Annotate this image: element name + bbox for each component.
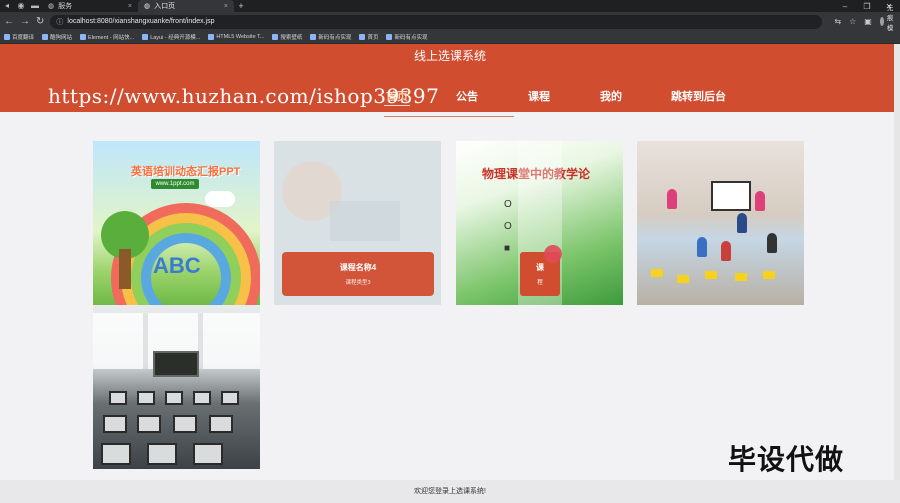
- browser-tab-active[interactable]: ◍ 入口页 ×: [138, 0, 234, 12]
- bookmark-icon: [4, 34, 10, 40]
- card-image-line: ■: [504, 243, 511, 254]
- address-toolbar: ← → ↻ ⓘ localhost:8080/xianshangxuanke/f…: [0, 5, 900, 42]
- bookmark[interactable]: 新码有点实现: [310, 33, 351, 41]
- globe-icon: ◍: [144, 3, 151, 10]
- page-footer: 欢迎您登录上选课系统!: [0, 480, 900, 503]
- browser-tab[interactable]: ◍ 服务 ×: [42, 0, 138, 12]
- nav-courses[interactable]: 课程: [528, 88, 550, 104]
- chair: [763, 271, 775, 279]
- chair: [705, 271, 717, 279]
- avatar: [879, 17, 884, 26]
- bookmark[interactable]: Element - 网站快...: [80, 33, 134, 41]
- person-figure: [667, 189, 677, 209]
- bookmarks-bar: 百度翻译 酷狗网站 Element - 网站快... Layui - 经典开源模…: [0, 31, 900, 44]
- url-text: localhost:8080/xianshangxuanke/front/ind…: [67, 18, 215, 25]
- forward-icon[interactable]: →: [20, 16, 30, 27]
- corner-watermark: 毕设代做: [728, 444, 845, 475]
- tab-search-icon[interactable]: ◂: [0, 0, 14, 12]
- course-name: 课程名称4: [339, 263, 377, 272]
- card-image-badge: www.1ppt.com: [151, 179, 199, 189]
- chair: [677, 275, 689, 283]
- course-card[interactable]: [93, 305, 260, 469]
- scrollbar[interactable]: [894, 44, 900, 503]
- close-icon[interactable]: ×: [128, 3, 132, 10]
- monitor: [193, 391, 211, 405]
- extension-icon[interactable]: ▣: [864, 17, 872, 26]
- chair: [735, 273, 747, 281]
- monitor: [221, 391, 239, 405]
- nav-notice[interactable]: 公告: [456, 88, 478, 104]
- bookmark[interactable]: 百度翻译: [4, 33, 34, 41]
- course-card[interactable]: [637, 141, 804, 305]
- tab-icon[interactable]: ▬: [28, 0, 42, 12]
- blackboard: [153, 351, 199, 377]
- window-icon[interactable]: ◉: [14, 0, 28, 12]
- site-title: 线上选课系统: [413, 49, 486, 63]
- url-input[interactable]: ⓘ localhost:8080/xianshangxuanke/front/i…: [50, 14, 823, 29]
- course-card[interactable]: 物理课堂中的教学论 O O ■ 课 程: [456, 141, 623, 305]
- card-image-title: 英语培训动态汇报PPT: [131, 166, 241, 178]
- course-type: 程: [537, 280, 543, 286]
- reload-icon[interactable]: ↻: [36, 16, 44, 27]
- bookmark[interactable]: 酷狗网站: [42, 33, 72, 41]
- watermark-url: https://www.huzhan.com/ishop39397: [48, 84, 440, 108]
- course-name: 课: [536, 263, 544, 272]
- monitor: [165, 391, 183, 405]
- tree-trunk: [119, 249, 131, 289]
- cursor-highlight: [544, 245, 562, 263]
- bookmark[interactable]: Layui - 经典开源模...: [142, 33, 200, 41]
- course-card[interactable]: ABC 英语培训动态汇报PPT www.1ppt.com: [93, 141, 260, 305]
- info-icon: ⓘ: [56, 18, 64, 26]
- monitor: [101, 443, 131, 465]
- monitor: [137, 415, 161, 433]
- bookmark-icon: [359, 34, 366, 40]
- bookmark-icon: [272, 34, 279, 40]
- person-figure: [697, 237, 707, 257]
- card-image-line: O: [504, 199, 512, 210]
- bookmark-icon: [208, 34, 215, 40]
- bookmark[interactable]: 搜索壁纸: [272, 33, 302, 41]
- back-icon[interactable]: ←: [4, 16, 14, 27]
- nav-mine[interactable]: 我的: [600, 88, 622, 104]
- close-icon[interactable]: ×: [224, 3, 228, 10]
- monitor: [173, 415, 197, 433]
- course-info-button[interactable]: 课程名称4 课程类型3: [282, 252, 434, 296]
- course-type: 课程类型3: [345, 280, 371, 286]
- star-icon[interactable]: ☆: [849, 17, 856, 26]
- bookmark[interactable]: 首页: [359, 33, 378, 41]
- monitor: [193, 443, 223, 465]
- bookmark-icon: [310, 34, 317, 40]
- course-card[interactable]: 课程名称4 课程类型3: [274, 141, 441, 305]
- chair: [651, 269, 663, 277]
- abc-letters: ABC: [153, 253, 201, 278]
- browser-tabbar: ◂ ◉ ▬ ◍ 服务 × ◍ 入口页 × + – ❐ ✕: [0, 0, 900, 12]
- nav-admin[interactable]: 跳转到后台: [671, 88, 726, 104]
- new-tab-button[interactable]: +: [234, 1, 248, 11]
- bookmark-icon: [42, 34, 49, 40]
- person-figure: [737, 213, 747, 233]
- bookmark[interactable]: 新码有点实现: [386, 33, 427, 41]
- bookmark-icon: [386, 34, 393, 40]
- card-image-line: O: [504, 221, 512, 232]
- translate-icon[interactable]: ⇆: [834, 17, 841, 26]
- monitor: [209, 415, 233, 433]
- tab-label: 入口页: [154, 3, 176, 10]
- bookmark-icon: [80, 34, 87, 40]
- bookmark-icon: [142, 34, 149, 40]
- tab-label: 服务: [58, 3, 73, 10]
- projector-screen: [711, 181, 751, 211]
- monitor: [147, 443, 177, 465]
- person-figure: [767, 233, 777, 253]
- cloud-illustration: [205, 191, 235, 207]
- monitor: [109, 391, 127, 405]
- watermark-underline: [384, 116, 514, 117]
- person-figure: [755, 191, 765, 211]
- globe-icon: ◍: [48, 3, 55, 10]
- monitor: [137, 391, 155, 405]
- monitor: [103, 415, 127, 433]
- person-figure: [721, 241, 731, 261]
- bookmark[interactable]: HTML5 Website T...: [208, 34, 264, 40]
